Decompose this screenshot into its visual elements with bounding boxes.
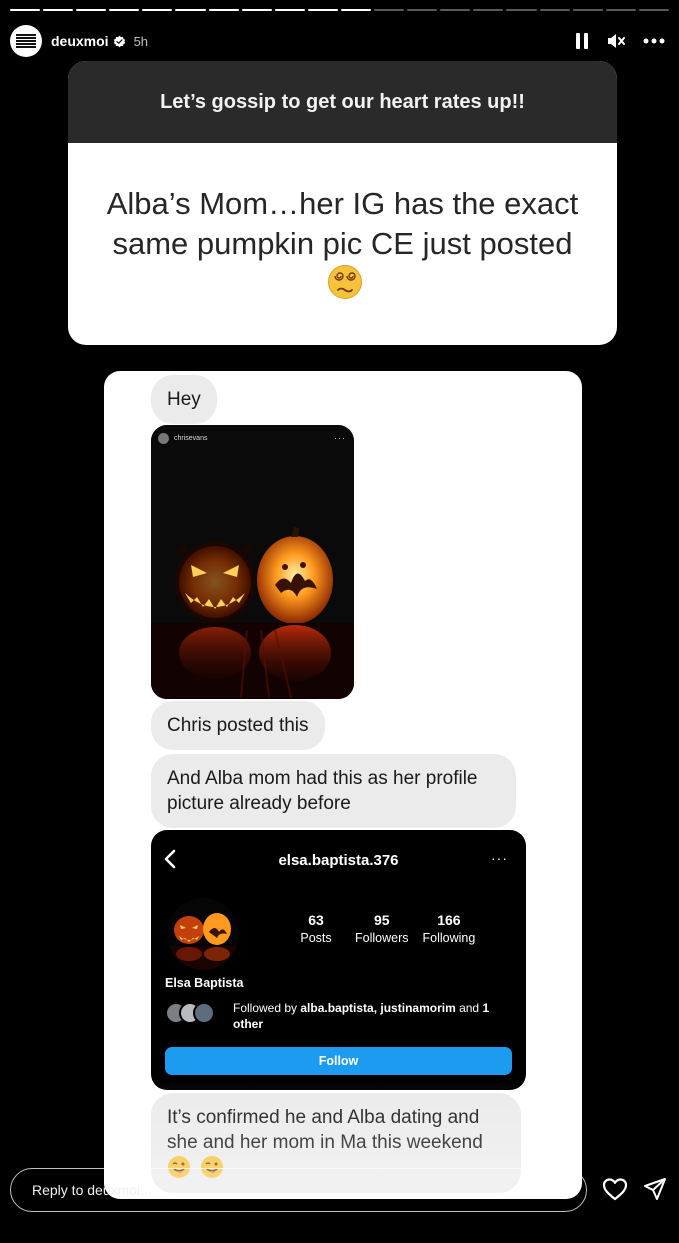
stat-followers-number: 95 <box>373 912 390 928</box>
follower-avatars <box>165 1000 225 1026</box>
more-icon[interactable] <box>643 38 665 44</box>
shared-post: chrisevans ··· <box>151 425 354 699</box>
profile-picture <box>167 898 239 970</box>
question-prompt: Let’s gossip to get our heart rates up!! <box>68 61 617 143</box>
followed-names: alba.baptista, justinamorim <box>300 1001 456 1015</box>
story-progress-segment <box>340 9 372 11</box>
story-progress-segment <box>407 9 438 11</box>
followed-by-text: Followed by alba.baptista, justinamorim … <box>233 1000 503 1032</box>
stat-posts: 63 Posts <box>291 912 341 945</box>
stat-followers: 95 Followers <box>355 912 409 945</box>
pause-icon[interactable] <box>575 33 589 49</box>
profile-more-icon: ··· <box>491 850 508 866</box>
story-progress-segment <box>43 9 74 11</box>
followed-by: Followed by alba.baptista, justinamorim … <box>165 1000 503 1032</box>
post-more-icon: ··· <box>334 433 346 443</box>
question-answer: Alba’s Mom…her IG has the exact same pum… <box>68 143 617 345</box>
send-icon[interactable] <box>643 1177 667 1201</box>
story-progress-segment <box>506 9 537 11</box>
chat-message-profile-pic: And Alba mom had this as her profile pic… <box>151 754 516 828</box>
story-progress-segment <box>539 9 570 11</box>
chat-message-confirmed-text: It’s confirmed he and Alba dating and sh… <box>167 1107 483 1153</box>
story-progress-segment <box>175 9 206 11</box>
post-avatar <box>158 432 169 444</box>
story-username[interactable]: deuxmoi <box>51 33 109 49</box>
story-progress-segment <box>208 9 239 11</box>
heart-icon[interactable] <box>602 1177 628 1201</box>
story-progress-segment <box>440 9 471 11</box>
story-progress-segment <box>274 9 305 11</box>
story-header: deuxmoi 5h <box>10 24 665 58</box>
question-sticker: Let’s gossip to get our heart rates up!!… <box>68 61 617 345</box>
verified-badge-icon <box>113 35 125 47</box>
followed-prefix: Followed by <box>233 1001 301 1015</box>
profile-screenshot: elsa.baptista.376 ··· 63 Posts 95 Follow… <box>151 830 526 1090</box>
profile-handle: elsa.baptista.376 <box>278 851 399 869</box>
chat-message-hey: Hey <box>151 375 217 424</box>
chat-screenshot: Hey chrisevans ··· Chris posted this And… <box>104 371 582 1199</box>
stat-followers-label: Followers <box>355 931 409 945</box>
story-progress-segment <box>142 9 173 11</box>
question-answer-text: Alba’s Mom…her IG has the exact same pum… <box>106 186 579 261</box>
post-header: chrisevans ··· <box>158 431 346 445</box>
story-progress-segment <box>307 9 338 11</box>
stat-following-label: Following <box>422 931 476 945</box>
avatar[interactable] <box>10 25 42 57</box>
chat-message-chris: Chris posted this <box>151 701 325 750</box>
profile-name: Elsa Baptista <box>165 976 244 990</box>
post-username: chrisevans <box>174 434 208 442</box>
stat-posts-number: 63 <box>308 912 324 928</box>
follower-avatar <box>193 1002 215 1024</box>
profile-stats: 63 Posts 95 Followers 166 Following <box>291 912 475 945</box>
stat-following-number: 166 <box>437 912 461 928</box>
back-chevron-icon <box>164 849 176 869</box>
story-progress-bar <box>10 9 669 12</box>
story-progress-segment <box>572 9 603 11</box>
story-time: 5h <box>133 33 149 49</box>
followed-and: and <box>455 1001 483 1015</box>
speaker-muted-icon[interactable] <box>607 33 625 49</box>
story-progress-segment <box>10 9 41 11</box>
story-progress-segment <box>638 9 669 11</box>
story-progress-segment <box>605 9 636 11</box>
dizzy-face-emoji-icon <box>327 265 362 299</box>
story-progress-segment <box>374 9 405 11</box>
stat-following: 166 Following <box>423 912 476 945</box>
profile-topbar: elsa.baptista.376 ··· <box>151 848 526 872</box>
story-progress-segment <box>241 9 272 11</box>
story-progress-segment <box>76 9 107 11</box>
story-progress-segment <box>109 9 140 11</box>
pumpkins-photo <box>151 425 354 699</box>
stat-posts-label: Posts <box>300 931 332 945</box>
story-progress-segment <box>473 9 504 11</box>
reply-input[interactable] <box>10 1168 587 1212</box>
follow-button: Follow <box>165 1047 512 1075</box>
